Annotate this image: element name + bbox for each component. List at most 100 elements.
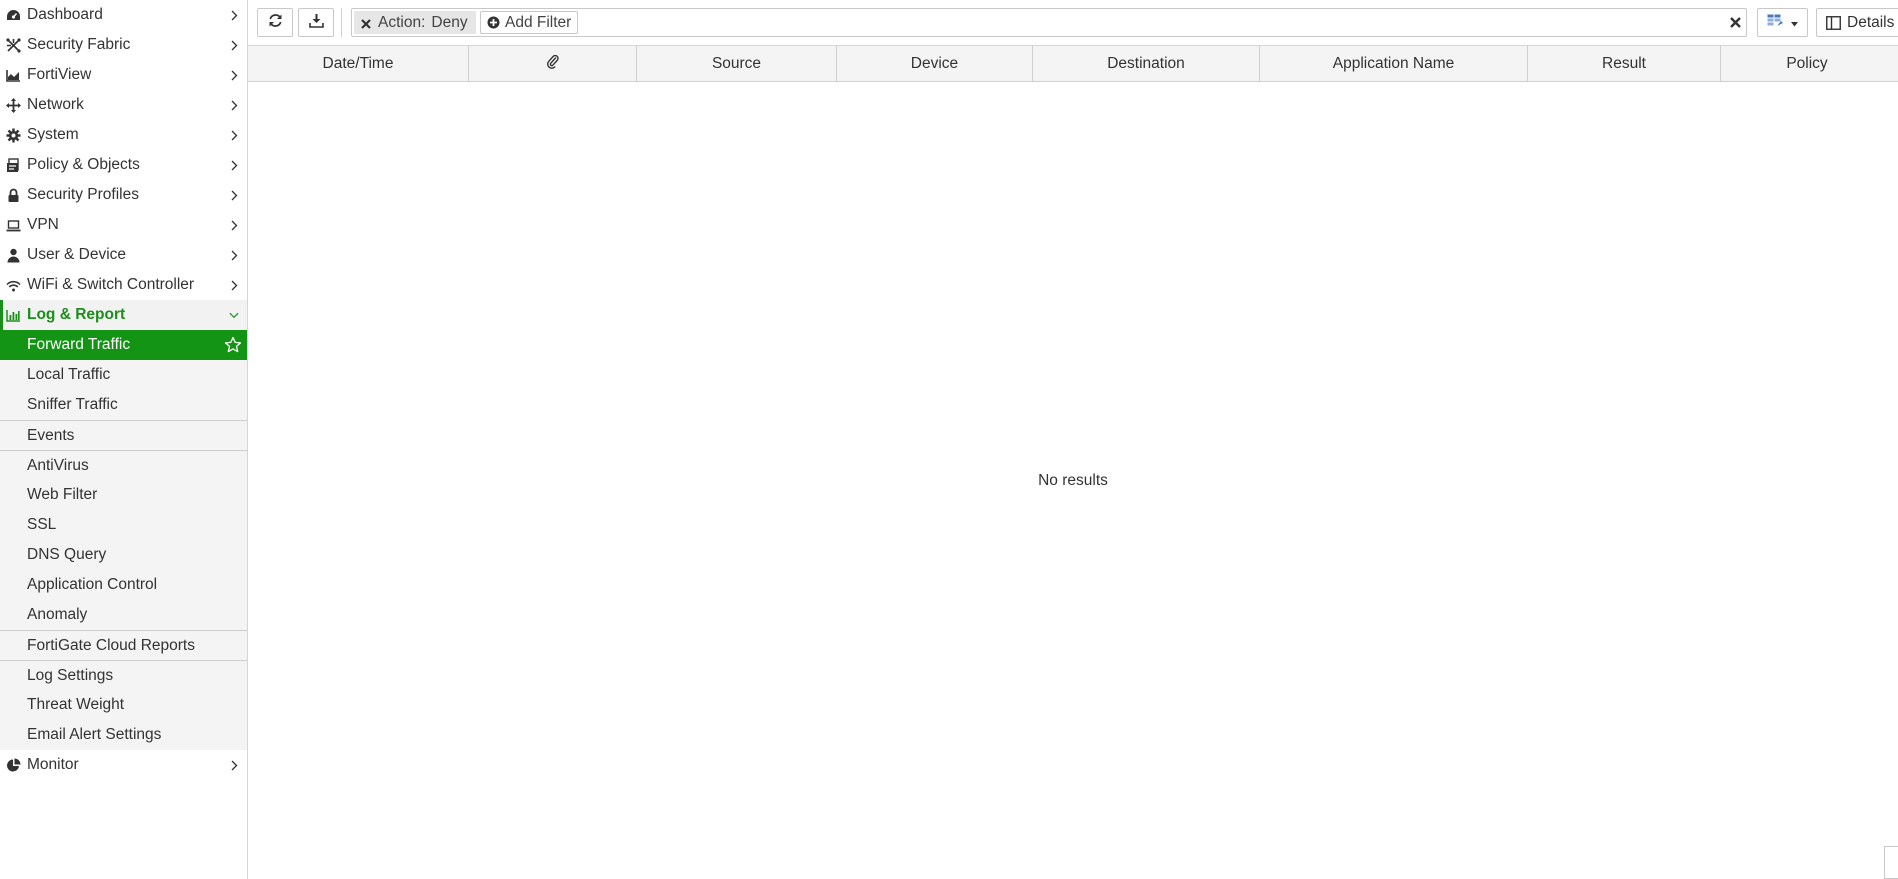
sidebar-subitem-fortigate-cloud-reports[interactable]: FortiGate Cloud Reports <box>0 630 247 660</box>
security-fabric-icon <box>6 38 21 53</box>
filter-bar[interactable]: Action: Deny Add Filter <box>351 8 1747 37</box>
sidebar-item-label: System <box>27 126 79 143</box>
column-header-label: Policy <box>1786 55 1828 72</box>
sidebar-subitem-web-filter[interactable]: Web Filter <box>0 480 247 510</box>
column-settings-button[interactable] <box>1757 8 1808 37</box>
network-icon <box>6 98 21 113</box>
sidebar-subitem-threat-weight[interactable]: Threat Weight <box>0 690 247 720</box>
sidebar-subitem-dns-query[interactable]: DNS Query <box>0 540 247 570</box>
column-header-result[interactable]: Result <box>1528 46 1721 82</box>
column-settings-icon <box>1767 14 1787 32</box>
chevron-right-icon <box>229 277 239 293</box>
column-header-policy[interactable]: Policy <box>1721 46 1893 82</box>
filter-chip-action[interactable]: Action: Deny <box>354 11 476 34</box>
chevron-right-icon <box>229 217 239 233</box>
chevron-right-icon <box>229 7 239 23</box>
sidebar-item-dashboard[interactable]: Dashboard <box>0 0 247 30</box>
sidebar-item-label: WiFi & Switch Controller <box>27 276 195 293</box>
user-icon <box>6 248 21 263</box>
wifi-icon <box>6 278 21 293</box>
sidebar-item-label: VPN <box>27 216 59 233</box>
sidebar-item-monitor[interactable]: Monitor <box>0 750 247 780</box>
column-header-application-name[interactable]: Application Name <box>1260 46 1528 82</box>
chevron-down-icon <box>229 307 239 323</box>
filter-key: Action: <box>378 13 426 31</box>
filter-value: Deny <box>431 13 468 31</box>
chevron-right-icon <box>229 157 239 173</box>
column-header-label: Result <box>1602 55 1646 72</box>
chevron-right-icon <box>229 37 239 53</box>
sidebar-item-vpn[interactable]: VPN <box>0 210 247 240</box>
details-button[interactable]: Details <box>1816 8 1898 37</box>
fortiview-icon <box>6 68 21 83</box>
sidebar-subitem-application-control[interactable]: Application Control <box>0 570 247 600</box>
sidebar-item-security-profiles[interactable]: Security Profiles <box>0 180 247 210</box>
remove-filter-icon[interactable] <box>360 17 372 29</box>
sidebar-subitem-label: Web Filter <box>27 486 98 503</box>
column-header-label: Application Name <box>1332 55 1455 72</box>
sidebar-subitem-antivirus[interactable]: AntiVirus <box>0 450 247 480</box>
sidebar: Dashboard Security Fabric FortiView Netw… <box>0 0 248 879</box>
sidebar-subitem-ssl[interactable]: SSL <box>0 510 247 540</box>
sidebar-subitem-label: Application Control <box>27 576 158 593</box>
sidebar-subitem-label: SSL <box>27 516 57 533</box>
sidebar-item-wifi-switch-controller[interactable]: WiFi & Switch Controller <box>0 270 247 300</box>
sidebar-subitem-sniffer-traffic[interactable]: Sniffer Traffic <box>0 390 247 420</box>
sidebar-item-label: Network <box>27 96 84 113</box>
sidebar-subitem-events[interactable]: Events <box>0 420 247 450</box>
sidebar-subitem-label: Forward Traffic <box>27 336 131 353</box>
column-header-device[interactable]: Device <box>837 46 1033 82</box>
sidebar-subitem-anomaly[interactable]: Anomaly <box>0 600 247 630</box>
column-header-label: Destination <box>1107 55 1185 72</box>
laptop-icon <box>6 218 21 233</box>
column-header-attachment[interactable] <box>469 46 637 82</box>
scroll-corner-handle[interactable] <box>1884 846 1898 879</box>
sidebar-item-label: Security Profiles <box>27 186 139 203</box>
column-header-date-time[interactable]: Date/Time <box>248 46 469 82</box>
sidebar-subitem-forward-traffic[interactable]: Forward Traffic <box>0 330 247 360</box>
log-toolbar: Action: Deny Add Filter Details <box>248 0 1898 45</box>
sidebar-subitem-label: Email Alert Settings <box>27 726 162 743</box>
sidebar-item-policy-objects[interactable]: Policy & Objects <box>0 150 247 180</box>
toolbar-divider <box>341 8 342 37</box>
refresh-button[interactable] <box>257 8 293 37</box>
sidebar-item-network[interactable]: Network <box>0 90 247 120</box>
sidebar-item-user-device[interactable]: User & Device <box>0 240 247 270</box>
sidebar-item-label: Security Fabric <box>27 36 131 53</box>
column-header-label: Source <box>711 55 762 72</box>
sidebar-subitem-label: FortiGate Cloud Reports <box>27 636 195 654</box>
sidebar-top-items: Dashboard Security Fabric FortiView Netw… <box>0 0 247 300</box>
caret-down-icon <box>1791 14 1798 32</box>
sidebar-subitem-log-settings[interactable]: Log Settings <box>0 660 247 690</box>
sidebar-subitem-label: Threat Weight <box>27 696 125 713</box>
clear-filters-icon[interactable] <box>1729 16 1742 29</box>
sidebar-item-label: Dashboard <box>27 6 103 23</box>
download-icon <box>308 13 324 33</box>
download-button[interactable] <box>298 8 334 37</box>
empty-state-message: No results <box>1038 472 1108 489</box>
sidebar-item-label: User & Device <box>27 246 127 263</box>
refresh-icon <box>268 13 283 33</box>
add-filter-button[interactable]: Add Filter <box>480 11 579 34</box>
sidebar-subitem-label: Log Settings <box>27 666 114 684</box>
favorite-star-icon[interactable] <box>224 336 242 354</box>
chevron-right-icon <box>229 127 239 143</box>
sidebar-subitem-label: Anomaly <box>27 606 88 623</box>
sidebar-subitem-label: DNS Query <box>27 546 107 563</box>
sidebar-item-label: Log & Report <box>27 306 126 323</box>
sidebar-item-security-fabric[interactable]: Security Fabric <box>0 30 247 60</box>
plus-circle-icon <box>487 16 500 29</box>
sidebar-subitem-email-alert-settings[interactable]: Email Alert Settings <box>0 720 247 750</box>
gear-icon <box>6 128 21 143</box>
details-label: Details <box>1847 13 1895 31</box>
dashboard-icon <box>6 8 21 23</box>
sidebar-item-fortiview[interactable]: FortiView <box>0 60 247 90</box>
paperclip-icon <box>546 54 559 74</box>
column-header-label: Date/Time <box>322 55 394 72</box>
column-header-source[interactable]: Source <box>637 46 837 82</box>
sidebar-item-log-report[interactable]: Log & Report <box>0 300 247 330</box>
policy-icon <box>6 158 21 173</box>
sidebar-item-system[interactable]: System <box>0 120 247 150</box>
sidebar-subitem-local-traffic[interactable]: Local Traffic <box>0 360 247 390</box>
column-header-destination[interactable]: Destination <box>1033 46 1260 82</box>
